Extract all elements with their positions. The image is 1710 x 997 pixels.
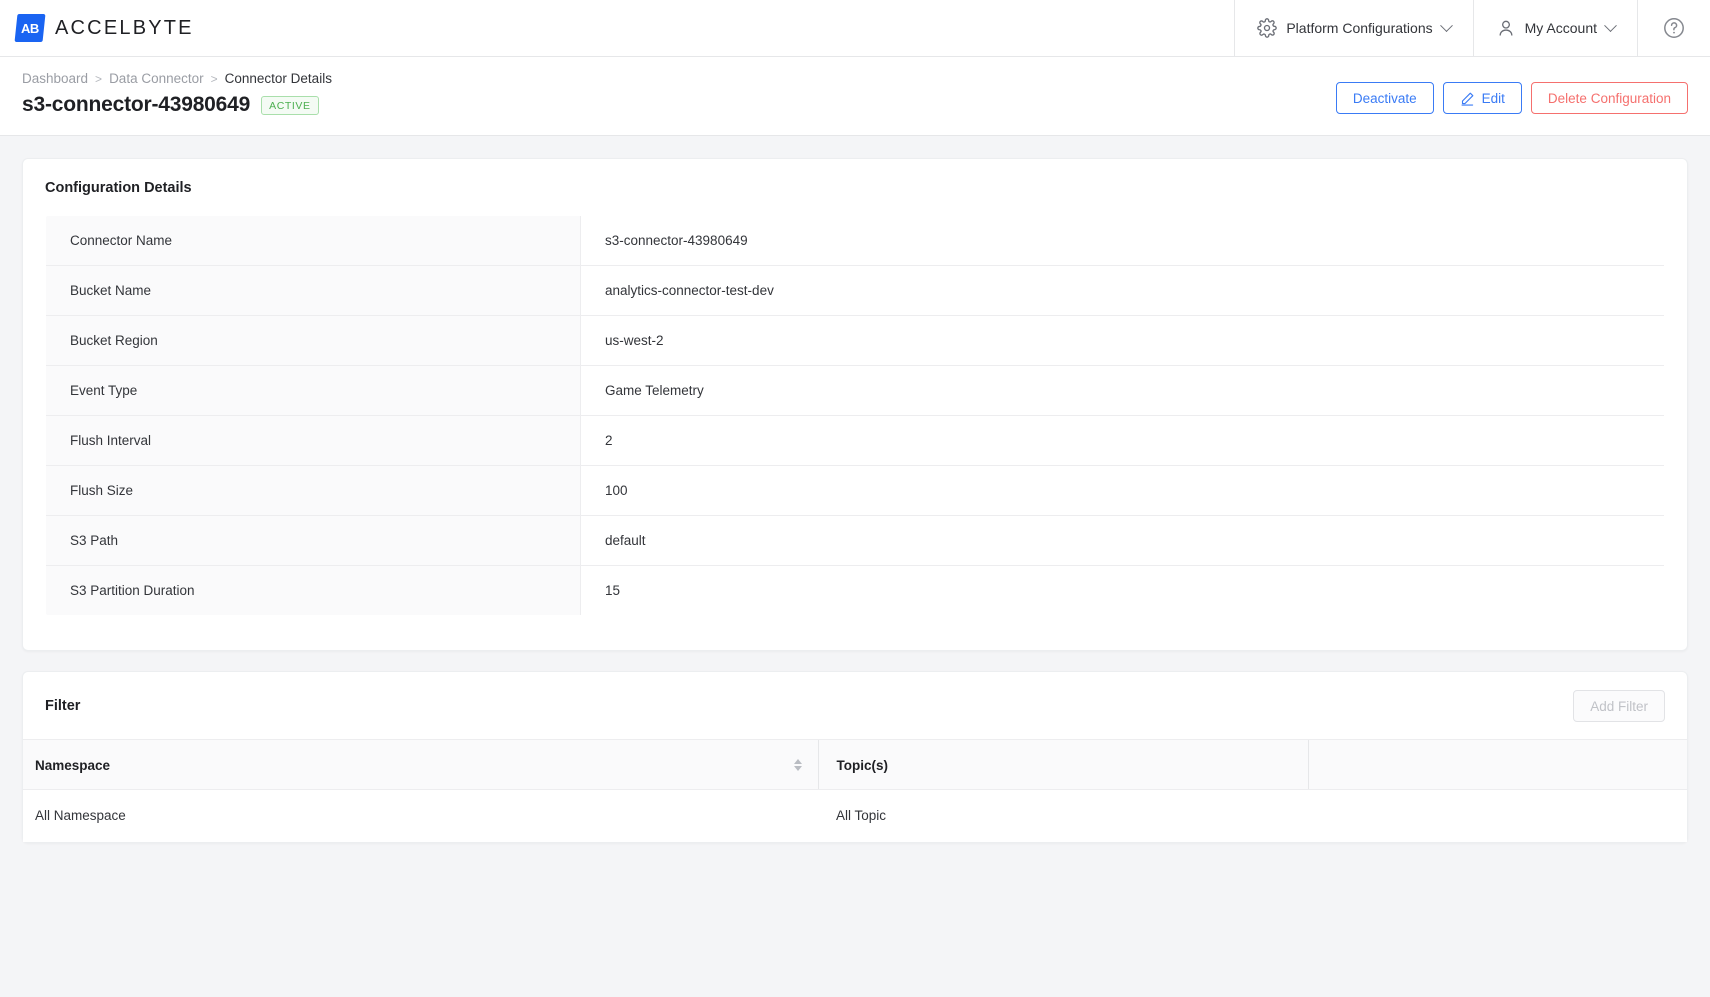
status-badge: ACTIVE — [261, 95, 319, 115]
edit-button-label: Edit — [1481, 90, 1505, 106]
help-button[interactable] — [1637, 0, 1710, 56]
my-account-menu[interactable]: My Account — [1472, 0, 1637, 56]
cell-topics: All Topic — [818, 789, 1308, 842]
filter-card: Filter Add Filter Namespace Topic(s) All… — [22, 671, 1688, 843]
row-value: 15 — [580, 565, 1664, 615]
brand-wordmark: ACCELBYTE — [55, 16, 194, 39]
page-actions: Deactivate Edit Delete Configuration — [1335, 71, 1688, 114]
table-row: All Namespace All Topic — [23, 789, 1687, 842]
platform-configurations-label: Platform Configurations — [1286, 20, 1433, 36]
row-value: 2 — [580, 415, 1664, 466]
row-label: Connector Name — [46, 216, 581, 266]
column-header-topics: Topic(s) — [817, 739, 1308, 790]
edit-button[interactable]: Edit — [1442, 82, 1522, 114]
breadcrumb-item-dashboard[interactable]: Dashboard — [22, 71, 88, 86]
row-label: Bucket Region — [46, 315, 581, 366]
deactivate-button[interactable]: Deactivate — [1335, 82, 1434, 114]
delete-configuration-button[interactable]: Delete Configuration — [1530, 82, 1688, 114]
title-row: s3-connector-43980649 ACTIVE — [22, 93, 332, 117]
row-label: Flush Interval — [46, 415, 581, 466]
row-label: S3 Partition Duration — [46, 565, 581, 615]
row-value: Game Telemetry — [580, 365, 1664, 416]
filter-table-head: Namespace Topic(s) — [23, 739, 1687, 790]
breadcrumb-item-data-connector[interactable]: Data Connector — [109, 71, 204, 86]
breadcrumb: Dashboard > Data Connector > Connector D… — [22, 71, 332, 86]
row-value: us-west-2 — [580, 315, 1664, 366]
column-header-actions — [1307, 739, 1687, 790]
table-row: Connector Name s3-connector-43980649 — [46, 216, 1664, 266]
table-row: Flush Interval 2 — [46, 415, 1664, 466]
filter-table-body: All Namespace All Topic — [23, 789, 1687, 842]
breadcrumb-separator: > — [210, 71, 218, 86]
add-filter-button[interactable]: Add Filter — [1573, 690, 1665, 722]
column-header-topics-label: Topic(s) — [836, 757, 889, 773]
user-icon — [1496, 18, 1516, 38]
sort-icon[interactable] — [793, 758, 802, 771]
page-header: Dashboard > Data Connector > Connector D… — [0, 57, 1710, 136]
table-row: Bucket Name analytics-connector-test-dev — [46, 265, 1664, 316]
sort-ascending-icon — [793, 758, 802, 764]
cell-actions — [1308, 789, 1687, 842]
column-header-namespace-label: Namespace — [35, 757, 111, 773]
table-row: Bucket Region us-west-2 — [46, 315, 1664, 366]
table-row: Flush Size 100 — [46, 465, 1664, 516]
configuration-details-body: Connector Name s3-connector-43980649 Buc… — [23, 215, 1687, 650]
column-header-namespace[interactable]: Namespace — [23, 739, 818, 790]
row-label: Event Type — [46, 365, 581, 416]
row-value: s3-connector-43980649 — [580, 216, 1664, 266]
configuration-details-title: Configuration Details — [45, 179, 192, 196]
table-row: S3 Path default — [46, 515, 1664, 566]
filter-table: Namespace Topic(s) All Namespace All Top… — [23, 739, 1687, 842]
filter-card-header: Filter Add Filter — [23, 672, 1687, 739]
help-circle-icon — [1662, 16, 1686, 40]
platform-configurations-menu[interactable]: Platform Configurations — [1234, 0, 1472, 56]
configuration-details-header: Configuration Details — [23, 159, 1687, 215]
breadcrumb-separator: > — [95, 71, 103, 86]
page-title: s3-connector-43980649 — [22, 93, 251, 116]
brand-mark-text: AB — [21, 20, 39, 36]
table-row: S3 Partition Duration 15 — [46, 565, 1664, 615]
configuration-details-tbody: Connector Name s3-connector-43980649 Buc… — [46, 216, 1664, 615]
chevron-down-icon — [1604, 18, 1617, 32]
page-content: Configuration Details Connector Name s3-… — [0, 136, 1710, 843]
my-account-label: My Account — [1524, 20, 1597, 36]
sort-descending-icon — [793, 765, 802, 771]
filter-title: Filter — [45, 698, 81, 714]
breadcrumb-item-connector-details: Connector Details — [224, 71, 332, 86]
row-label: Flush Size — [46, 465, 581, 516]
pencil-icon — [1460, 91, 1475, 106]
top-bar: AB ACCELBYTE Platform Configurations My … — [0, 0, 1710, 57]
brand-logo[interactable]: AB ACCELBYTE — [0, 0, 194, 56]
row-label: Bucket Name — [46, 265, 581, 316]
row-value: analytics-connector-test-dev — [580, 265, 1664, 316]
page-header-left: Dashboard > Data Connector > Connector D… — [22, 71, 332, 117]
table-row: Event Type Game Telemetry — [46, 365, 1664, 416]
configuration-details-table: Connector Name s3-connector-43980649 Buc… — [45, 215, 1665, 616]
row-label: S3 Path — [46, 515, 581, 566]
chevron-down-icon — [1439, 18, 1453, 32]
row-value: default — [580, 515, 1664, 566]
top-navigation: Platform Configurations My Account — [1234, 0, 1710, 56]
cell-namespace: All Namespace — [23, 789, 818, 842]
configuration-details-card: Configuration Details Connector Name s3-… — [22, 158, 1688, 651]
accelbyte-logo-icon: AB — [14, 14, 46, 42]
filter-table-header-row: Namespace Topic(s) — [23, 739, 1687, 790]
gear-icon — [1257, 18, 1278, 38]
row-value: 100 — [580, 465, 1664, 516]
